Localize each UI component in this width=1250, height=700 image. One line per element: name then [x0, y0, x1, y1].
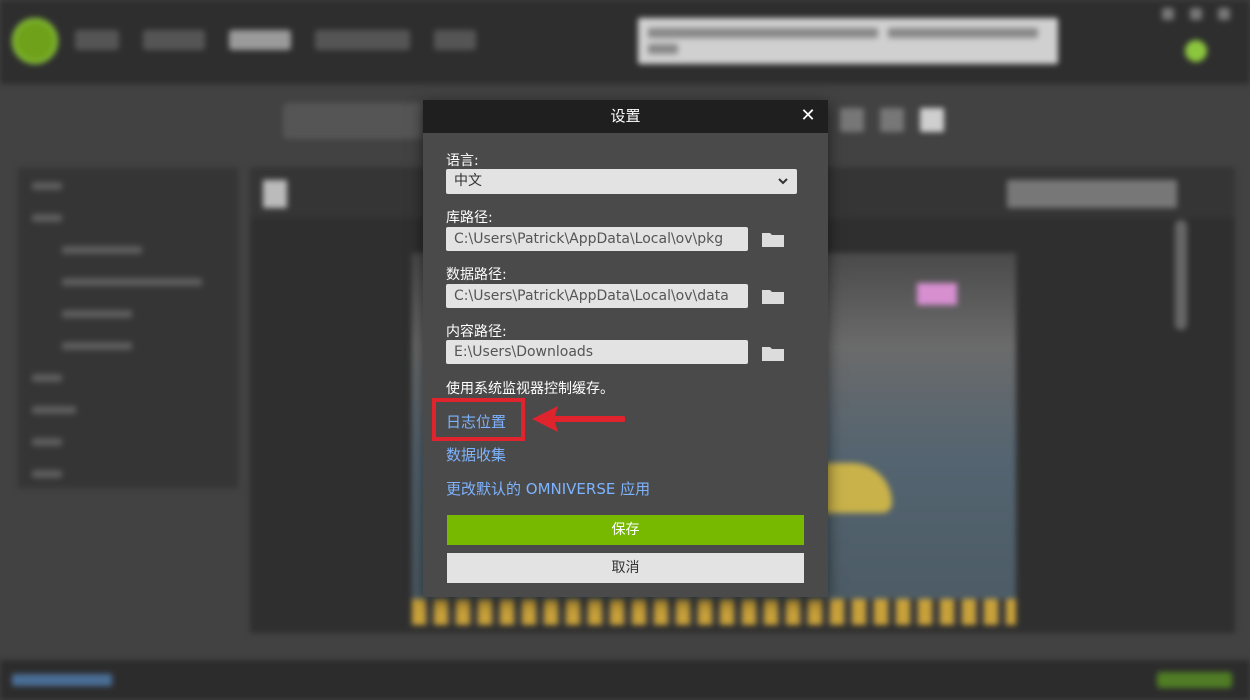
- data-path-field[interactable]: C:\Users\Patrick\AppData\Local\ov\data: [446, 284, 748, 308]
- grid-view-icon[interactable]: [920, 108, 944, 132]
- dialog-header: 设置 ✕: [423, 100, 828, 133]
- nvidia-logo-icon: [1157, 672, 1232, 688]
- top-bar: [0, 0, 1250, 84]
- library-path-label: 库路径:: [446, 210, 493, 226]
- library-path-field[interactable]: C:\Users\Patrick\AppData\Local\ov\pkg: [446, 227, 748, 251]
- omniverse-logo-icon: [12, 18, 58, 64]
- app-window: 设置 ✕ 语言: 中文 库路径: C:\Users\Patrick\AppDat…: [0, 0, 1250, 700]
- toolbar-icons: [840, 108, 944, 132]
- sidebar: [18, 168, 238, 488]
- top-nav: [75, 30, 476, 50]
- nav-tab[interactable]: [315, 30, 410, 50]
- language-select[interactable]: 中文: [446, 169, 797, 194]
- folder-icon[interactable]: [761, 230, 785, 248]
- app-thumbnail: [263, 180, 287, 208]
- log-location-link[interactable]: 日志位置: [446, 411, 506, 432]
- cancel-button[interactable]: 取消: [447, 553, 804, 583]
- footer-link[interactable]: [12, 674, 112, 686]
- dialog-title: 设置: [610, 107, 641, 125]
- nav-tab-active[interactable]: [229, 30, 291, 50]
- folder-icon[interactable]: [761, 287, 785, 305]
- folder-icon[interactable]: [761, 344, 785, 362]
- maximize-icon[interactable]: [1190, 8, 1202, 20]
- minimize-icon[interactable]: [1162, 8, 1174, 20]
- close-window-icon[interactable]: [1218, 8, 1230, 20]
- window-controls: [1162, 8, 1230, 20]
- close-icon[interactable]: ✕: [798, 106, 818, 126]
- cache-text: 使用系统监视器控制缓存。: [446, 381, 614, 397]
- nav-tab[interactable]: [434, 30, 476, 50]
- filter-icon[interactable]: [840, 108, 864, 132]
- list-view-icon[interactable]: [880, 108, 904, 132]
- search-input[interactable]: [283, 103, 423, 139]
- status-bar: [0, 660, 1250, 700]
- chevron-down-icon: [778, 178, 788, 185]
- data-collection-link[interactable]: 数据收集: [446, 444, 506, 465]
- save-button[interactable]: 保存: [447, 515, 804, 545]
- settings-dialog: 设置 ✕ 语言: 中文 库路径: C:\Users\Patrick\AppDat…: [423, 100, 828, 597]
- version-select[interactable]: [1007, 180, 1177, 208]
- avatar[interactable]: [1185, 40, 1207, 62]
- language-label: 语言:: [446, 153, 479, 169]
- content-path-label: 内容路径:: [446, 324, 507, 340]
- notice-banner: [638, 18, 1058, 64]
- data-path-label: 数据路径:: [446, 267, 507, 283]
- change-default-app-link[interactable]: 更改默认的 OMNIVERSE 应用: [446, 478, 650, 499]
- red-arrow-icon: [532, 406, 625, 432]
- language-value: 中文: [454, 173, 482, 189]
- nav-tab[interactable]: [75, 30, 119, 50]
- nav-tab[interactable]: [143, 30, 205, 50]
- scrollbar[interactable]: [1175, 220, 1187, 330]
- content-path-field[interactable]: E:\Users\Downloads: [446, 340, 748, 364]
